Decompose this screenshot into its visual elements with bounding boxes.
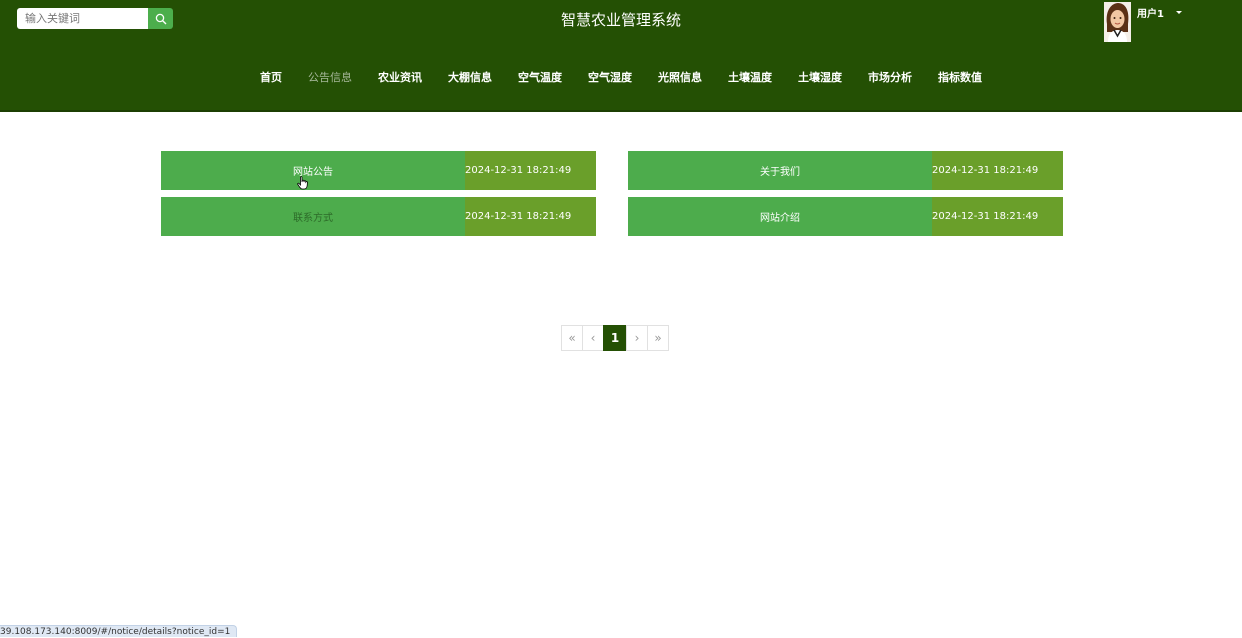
notice-item[interactable]: 联系方式 2024-12-31 18:21:49: [161, 197, 596, 236]
nav-item-greenhouse[interactable]: 大棚信息: [448, 69, 492, 85]
notice-item[interactable]: 关于我们 2024-12-31 18:21:49: [628, 151, 1063, 190]
user-name: 用户1: [1137, 9, 1164, 20]
chevron-down-icon: [1175, 11, 1182, 14]
hand-cursor-icon: [297, 176, 308, 190]
notice-title: 关于我们: [628, 151, 932, 190]
user-menu[interactable]: 用户1: [1104, 2, 1182, 42]
pagination: « ‹ 1 › »: [561, 325, 669, 351]
notice-title: 联系方式: [161, 197, 465, 236]
site-title: 智慧农业管理系统: [560, 11, 681, 29]
avatar: [1104, 2, 1131, 42]
nav-item-air-humidity[interactable]: 空气湿度: [588, 69, 632, 85]
nav-item-news[interactable]: 农业资讯: [378, 69, 422, 85]
notice-title: 网站介绍: [628, 197, 932, 236]
nav-item-light[interactable]: 光照信息: [658, 69, 702, 85]
first-page-button[interactable]: «: [561, 325, 583, 351]
main-nav: 首页 公告信息 农业资讯 大棚信息 空气温度 空气湿度 光照信息 土壤温度 土壤…: [0, 69, 1242, 85]
nav-item-soil-humidity[interactable]: 土壤湿度: [798, 69, 842, 85]
nav-item-indicators[interactable]: 指标数值: [938, 69, 982, 85]
prev-page-button[interactable]: ‹: [582, 325, 604, 351]
notice-item[interactable]: 网站公告 2024-12-31 18:21:49: [161, 151, 596, 190]
nav-item-notices[interactable]: 公告信息: [308, 69, 352, 85]
notice-date: 2024-12-31 18:21:49: [465, 197, 596, 236]
top-header: 智慧农业管理系统 用户1 首页 公告信息 农业资讯 大棚信息 空气温度 空气湿度…: [0, 0, 1242, 112]
nav-item-air-temperature[interactable]: 空气温度: [518, 69, 562, 85]
link-status-url: 39.108.173.140:8009/#/notice/details?not…: [0, 625, 238, 637]
current-page-button[interactable]: 1: [603, 325, 627, 351]
notice-date: 2024-12-31 18:21:49: [932, 151, 1063, 190]
notice-title: 网站公告: [161, 151, 465, 190]
nav-item-soil-temperature[interactable]: 土壤温度: [728, 69, 772, 85]
notice-date: 2024-12-31 18:21:49: [465, 151, 596, 190]
last-page-button[interactable]: »: [647, 325, 669, 351]
nav-item-market-analysis[interactable]: 市场分析: [868, 69, 912, 85]
notice-date: 2024-12-31 18:21:49: [932, 197, 1063, 236]
next-page-button[interactable]: ›: [626, 325, 648, 351]
nav-item-home[interactable]: 首页: [260, 69, 282, 85]
notice-item[interactable]: 网站介绍 2024-12-31 18:21:49: [628, 197, 1063, 236]
